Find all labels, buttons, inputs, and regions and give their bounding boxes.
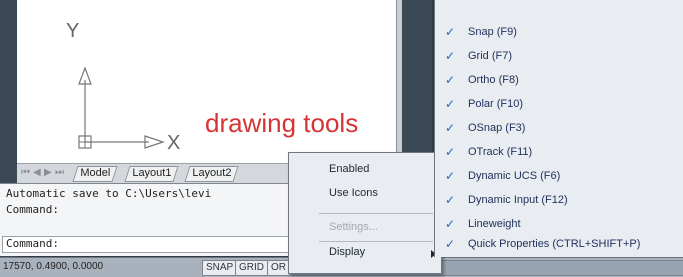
ortho-toggle[interactable]: OR (267, 260, 290, 276)
checkmark-icon: ✓ (445, 97, 456, 111)
tab-model[interactable]: Model (72, 166, 118, 182)
tab-next-icon[interactable]: ▶ (44, 167, 52, 178)
display-submenu: ✓ Snap (F9) ✓ Grid (F7) ✓ Ortho (F8) ✓ Polar… (434, 0, 683, 257)
tab-last-icon[interactable]: ⏭ (55, 167, 64, 178)
drawing-tools-annotation: drawing tools (205, 108, 359, 138)
submenu-item-grid[interactable]: ✓ Grid (F7) (435, 45, 683, 69)
command-window: Automatic save to C:\Users\levi Command:… (0, 183, 300, 256)
checkmark-icon: ✓ (445, 145, 456, 159)
menu-separator (319, 213, 433, 214)
command-prompt: Command: (6, 237, 59, 250)
grid-toggle[interactable]: GRID (235, 260, 268, 276)
tab-layout2[interactable]: Layout2 (184, 166, 239, 182)
ucs-icon (78, 66, 165, 149)
command-history-line: Automatic save to C:\Users\levi (6, 187, 212, 200)
command-input[interactable]: Command: (2, 236, 300, 253)
submenu-item-dynamic-ucs[interactable]: ✓ Dynamic UCS (F6) (435, 165, 683, 189)
menu-item-settings: Settings... (329, 221, 378, 233)
submenu-item-polar[interactable]: ✓ Polar (F10) (435, 93, 683, 117)
menu-item-display[interactable]: Display (329, 246, 365, 258)
menu-separator (319, 241, 433, 242)
menu-item-enabled[interactable]: Enabled (329, 163, 369, 175)
submenu-item-otrack[interactable]: ✓ OTrack (F11) (435, 141, 683, 165)
tab-first-icon[interactable]: ⏮ (21, 167, 30, 178)
checkmark-icon: ✓ (445, 169, 456, 183)
checkmark-icon: ✓ (445, 237, 456, 251)
tab-prev-icon[interactable]: ◀ (33, 167, 41, 178)
checkmark-icon: ✓ (445, 73, 456, 87)
tab-layout1[interactable]: Layout1 (124, 166, 179, 182)
autocad-window: Y X ⏮ ◀ ▶ ⏭ Model Layout1 Layout2 Automa… (0, 0, 683, 277)
ucs-x-label: X (167, 132, 181, 154)
checkmark-icon: ✓ (445, 49, 456, 63)
window-background (402, 0, 432, 170)
checkmark-icon: ✓ (445, 217, 456, 231)
submenu-item-ortho[interactable]: ✓ Ortho (F8) (435, 69, 683, 93)
checkmark-icon: ✓ (445, 25, 456, 39)
checkmark-icon: ✓ (445, 121, 456, 135)
coordinate-readout: 17570, 0.4900, 0.0000 (3, 261, 104, 272)
checkmark-icon: ✓ (445, 193, 456, 207)
submenu-item-snap[interactable]: ✓ Snap (F9) (435, 21, 683, 45)
status-context-menu: Enabled Use Icons Settings... Display (288, 152, 442, 274)
command-history-line: Command: (6, 203, 59, 216)
submenu-item-dynamic-input[interactable]: ✓ Dynamic Input (F12) (435, 189, 683, 213)
layout-tab-strip: ⏮ ◀ ▶ ⏭ Model Layout1 Layout2 (17, 163, 317, 184)
snap-toggle[interactable]: SNAP (202, 260, 238, 276)
submenu-item-osnap[interactable]: ✓ OSnap (F3) (435, 117, 683, 141)
submenu-item-quick-properties[interactable]: ✓ Quick Properties (CTRL+SHIFT+P) (435, 233, 683, 257)
menu-item-use-icons[interactable]: Use Icons (329, 187, 378, 199)
